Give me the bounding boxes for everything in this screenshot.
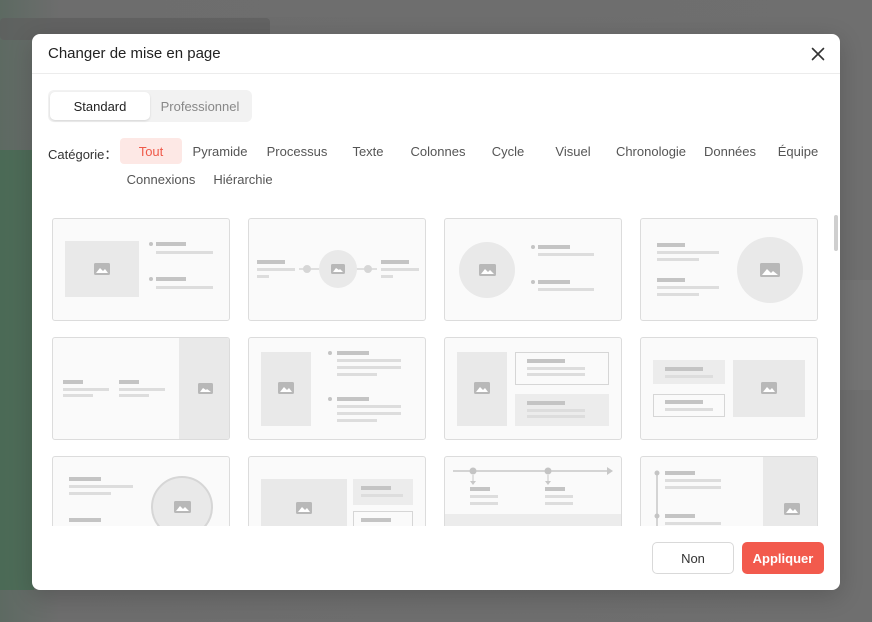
layout-thumbnail: [459, 242, 594, 298]
apply-button[interactable]: Appliquer: [742, 542, 824, 574]
category-chronologie[interactable]: Chronologie: [612, 138, 690, 164]
layout-card-timeline-vertical-image[interactable]: [640, 456, 818, 526]
image-icon: [479, 264, 496, 276]
layout-thumbnail: [261, 351, 401, 426]
dialog-header: Changer de mise en page: [32, 34, 840, 74]
layout-card-image-left-two-blocks[interactable]: [248, 337, 426, 440]
category-texte[interactable]: Texte: [344, 138, 392, 164]
layout-thumbnail: [65, 241, 213, 297]
image-icon: [474, 382, 490, 394]
layout-card-image-left-boxed-items[interactable]: [444, 337, 622, 440]
layout-thumbnail: [657, 237, 803, 303]
layout-thumbnail: [653, 360, 805, 417]
background-sidebar-strip: [0, 150, 34, 590]
layout-card-image-left-bullets[interactable]: [52, 218, 230, 321]
layout-thumbnail: [69, 476, 213, 526]
category-hierarchie[interactable]: Hiérarchie: [208, 166, 278, 192]
change-layout-dialog: Changer de mise en page Standard Profess…: [32, 34, 840, 590]
category-processus[interactable]: Processus: [262, 138, 332, 164]
tab-standard[interactable]: Standard: [50, 92, 150, 120]
background-panel: [840, 280, 872, 390]
layout-card-two-columns-image-right[interactable]: [52, 337, 230, 440]
layout-card-text-circle-image[interactable]: [52, 456, 230, 526]
image-icon: [331, 264, 345, 274]
layout-card-center-image-flow[interactable]: [248, 218, 426, 321]
layout-type-tabs: Standard Professionnel: [48, 90, 252, 122]
gallery-scrollbar[interactable]: [834, 215, 838, 251]
image-icon: [278, 382, 294, 394]
close-button[interactable]: [808, 44, 828, 64]
close-icon: [811, 47, 825, 61]
layout-card-boxes-with-image[interactable]: [640, 337, 818, 440]
image-icon: [761, 382, 777, 394]
image-icon: [760, 263, 780, 277]
layout-thumbnail: [261, 479, 413, 526]
image-icon: [198, 383, 213, 394]
layout-card-image-with-side-boxes[interactable]: [248, 456, 426, 526]
image-icon: [784, 503, 800, 515]
layout-card-circle-image-left[interactable]: [444, 218, 622, 321]
layout-thumbnail: [63, 338, 229, 439]
tab-professionnel[interactable]: Professionnel: [150, 92, 250, 120]
image-icon: [94, 263, 110, 275]
category-visuel[interactable]: Visuel: [548, 138, 598, 164]
layout-thumbnail: [457, 352, 609, 426]
layout-thumbnail: [654, 457, 817, 526]
category-connexions[interactable]: Connexions: [120, 166, 202, 192]
category-colonnes[interactable]: Colonnes: [406, 138, 470, 164]
layout-card-circle-image-right[interactable]: [640, 218, 818, 321]
layout-gallery: [48, 212, 830, 526]
category-equipe[interactable]: Équipe: [772, 138, 824, 164]
dialog-title: Changer de mise en page: [48, 45, 221, 62]
category-label: Catégorie：: [48, 147, 118, 162]
layout-thumbnail: [445, 467, 621, 526]
image-icon: [296, 502, 312, 514]
layout-thumbnail: [257, 250, 419, 288]
category-pyramide[interactable]: Pyramide: [188, 138, 252, 164]
image-icon: [174, 501, 191, 513]
category-donnees[interactable]: Données: [700, 138, 760, 164]
layout-card-timeline-horizontal[interactable]: [444, 456, 622, 526]
cancel-button[interactable]: Non: [652, 542, 734, 574]
category-cycle[interactable]: Cycle: [484, 138, 532, 164]
category-tout[interactable]: Tout: [120, 138, 182, 164]
